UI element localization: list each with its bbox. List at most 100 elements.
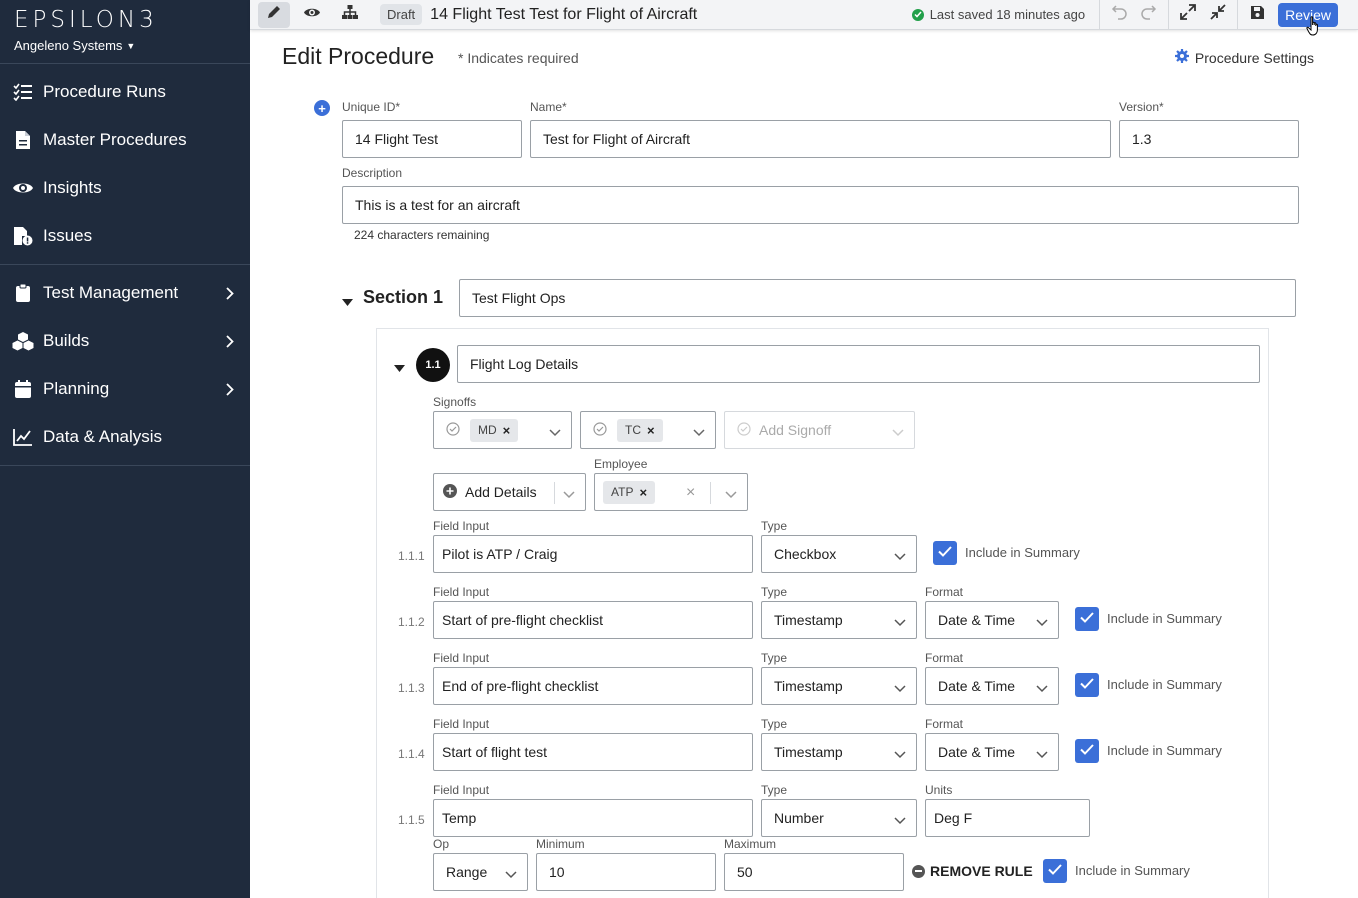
include-summary-label: Include in Summary	[1107, 611, 1222, 626]
caret-down-icon	[342, 293, 353, 310]
line-chart-icon	[12, 426, 34, 448]
sidebar-item-planning[interactable]: Planning	[0, 365, 250, 413]
include-summary-label: Include in Summary	[1075, 863, 1190, 878]
type-select[interactable]: Timestamp	[761, 601, 917, 639]
org-selector[interactable]: Angeleno Systems ▼	[14, 38, 250, 53]
undo-button[interactable]	[1104, 1, 1134, 29]
chevron-down-icon	[892, 424, 904, 440]
add-details-select[interactable]: Add Details	[433, 473, 586, 511]
chevron-down-icon[interactable]	[549, 424, 561, 440]
format-select[interactable]: Date & Time	[925, 601, 1059, 639]
chevron-down-icon[interactable]	[725, 486, 737, 502]
sidebar-item-data-analysis[interactable]: Data & Analysis	[0, 413, 250, 461]
save-status-text: Last saved 18 minutes ago	[929, 7, 1086, 22]
page-title: Edit Procedure	[282, 43, 435, 69]
add-header-button[interactable]: +	[314, 100, 330, 116]
sidebar-item-test-management[interactable]: Test Management	[0, 269, 250, 317]
unique-id-field[interactable]: 14 Flight Test	[342, 120, 522, 158]
expand-all-button[interactable]	[1173, 1, 1203, 29]
field-input-label: Field Input	[433, 585, 490, 599]
unique-id-label: Unique ID*	[342, 100, 401, 114]
section-collapse-toggle[interactable]	[342, 293, 353, 311]
type-select[interactable]: Timestamp	[761, 733, 917, 771]
field-input-label: Field Input	[433, 651, 490, 665]
format-select[interactable]: Date & Time	[925, 667, 1059, 705]
include-summary-label: Include in Summary	[1107, 677, 1222, 692]
sidebar-item-issues[interactable]: Issues	[0, 212, 250, 260]
minimum-field[interactable]: 10	[536, 853, 716, 891]
divider	[1099, 0, 1101, 30]
step-name-field[interactable]: Flight Log Details	[457, 345, 1260, 383]
save-status: Last saved 18 minutes ago	[911, 7, 1086, 22]
flow-view-button[interactable]	[334, 2, 366, 28]
signoff-select-md[interactable]: MD ×	[433, 411, 572, 449]
include-summary-checkbox[interactable]	[1075, 739, 1099, 763]
include-summary-checkbox[interactable]	[933, 541, 957, 565]
op-select[interactable]: Range	[433, 853, 528, 891]
remove-chip-icon[interactable]: ×	[647, 423, 655, 438]
divider	[1168, 0, 1170, 30]
version-field[interactable]: 1.3	[1119, 120, 1299, 158]
sidebar-item-master-procedures[interactable]: Master Procedures	[0, 116, 250, 164]
document-icon	[12, 129, 34, 151]
eye-icon	[12, 177, 34, 199]
save-button[interactable]	[1242, 1, 1272, 29]
field-input[interactable]: End of pre-flight checklist	[433, 667, 753, 705]
app-logo[interactable]: EPSILON3	[14, 8, 250, 32]
gear-icon	[1174, 49, 1189, 66]
description-field[interactable]: This is a test for an aircraft	[342, 186, 1299, 224]
include-summary-checkbox[interactable]	[1075, 607, 1099, 631]
chevron-down-icon	[894, 680, 906, 696]
chevron-down-icon[interactable]	[563, 486, 575, 502]
field-number: 1.1.5	[398, 813, 425, 827]
field-input[interactable]: Start of flight test	[433, 733, 753, 771]
format-select[interactable]: Date & Time	[925, 733, 1059, 771]
sidebar-item-builds[interactable]: Builds	[0, 317, 250, 365]
preview-mode-button[interactable]	[296, 2, 328, 28]
format-label: Format	[925, 651, 964, 665]
chevron-down-icon	[894, 548, 906, 564]
signoff-chip: TC ×	[617, 418, 663, 442]
field-input[interactable]: Temp	[433, 799, 753, 837]
maximum-field[interactable]: 50	[724, 853, 904, 891]
sidebar-item-label: Test Management	[43, 283, 179, 302]
step-collapse-toggle[interactable]	[394, 359, 405, 377]
checkmark-icon	[1080, 742, 1094, 760]
remove-chip-icon[interactable]: ×	[639, 485, 647, 500]
employee-chip: ATP ×	[603, 480, 656, 504]
nav-group-secondary: Test Management Builds Planning Data & A…	[0, 265, 250, 466]
redo-button[interactable]	[1134, 1, 1164, 29]
include-summary-checkbox[interactable]	[1043, 859, 1067, 883]
plus-icon: +	[318, 100, 326, 116]
section-label: Section 1	[363, 287, 444, 307]
sidebar-item-label: Procedure Runs	[43, 82, 166, 101]
signoff-select-tc[interactable]: TC ×	[580, 411, 716, 449]
add-signoff-select[interactable]: Add Signoff	[724, 411, 915, 449]
undo-icon	[1111, 4, 1127, 25]
employee-select[interactable]: ATP × ×	[594, 473, 748, 511]
procedure-settings-button[interactable]: Procedure Settings	[1174, 49, 1314, 66]
name-field[interactable]: Test for Flight of Aircraft	[530, 120, 1111, 158]
type-select[interactable]: Number	[761, 799, 917, 837]
clear-icon[interactable]: ×	[686, 484, 695, 502]
remove-chip-icon[interactable]: ×	[503, 423, 511, 438]
field-input[interactable]: Pilot is ATP / Craig	[433, 535, 753, 573]
type-label: Type	[761, 585, 788, 599]
sidebar-item-insights[interactable]: Insights	[0, 164, 250, 212]
chevron-down-icon[interactable]	[693, 424, 705, 440]
field-input[interactable]: Start of pre-flight checklist	[433, 601, 753, 639]
type-select[interactable]: Timestamp	[761, 667, 917, 705]
format-value: Date & Time	[938, 744, 1016, 760]
collapse-all-button[interactable]	[1203, 1, 1233, 29]
edit-mode-button[interactable]	[258, 1, 290, 28]
section-name-field[interactable]: Test Flight Ops	[459, 279, 1296, 317]
field-number: 1.1.1	[398, 549, 425, 563]
type-select[interactable]: Checkbox	[761, 535, 917, 573]
include-summary-checkbox[interactable]	[1075, 673, 1099, 697]
units-field[interactable]: Deg F	[925, 799, 1090, 837]
sidebar-item-procedure-runs[interactable]: Procedure Runs	[0, 68, 250, 116]
type-label: Type	[761, 651, 788, 665]
type-value: Checkbox	[774, 546, 837, 562]
remove-rule-button[interactable]: REMOVE RULE	[912, 863, 1033, 879]
type-value: Timestamp	[774, 612, 843, 628]
